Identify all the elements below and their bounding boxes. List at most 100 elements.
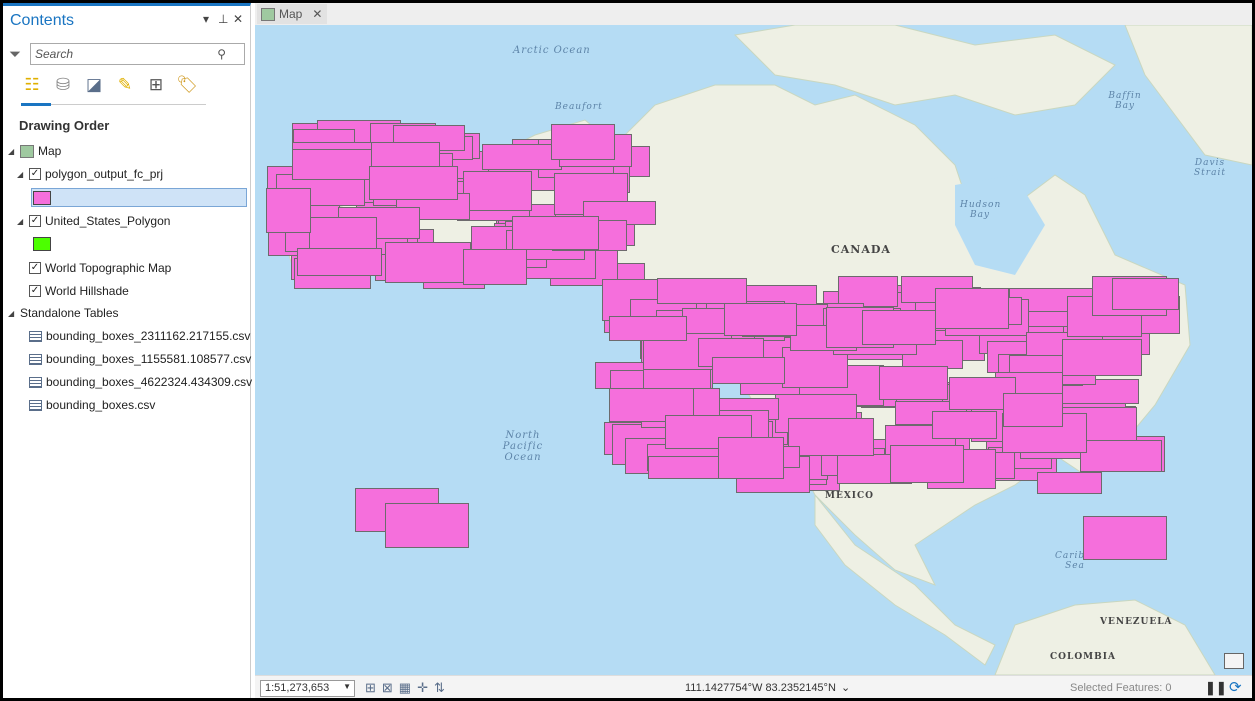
bounding-box-polygon xyxy=(308,216,378,251)
bounding-box-polygon xyxy=(462,248,527,286)
layer-polygon-output[interactable]: ◢ ✓ polygon_output_fc_prj xyxy=(17,165,163,183)
selected-symbol-row[interactable] xyxy=(31,188,247,207)
table-label: bounding_boxes_1155581.108577.csv xyxy=(46,352,252,366)
bounding-box-polygon xyxy=(551,123,615,161)
pause-drawing-icon[interactable]: ❚❚ xyxy=(1205,680,1227,696)
table-item[interactable]: bounding_boxes_4622324.434309.csv xyxy=(29,373,252,391)
table-icon xyxy=(29,399,42,411)
layer-checkbox[interactable]: ✓ xyxy=(29,215,41,227)
bounding-box-polygon xyxy=(718,437,784,479)
tab-bar: Map ✕ xyxy=(255,3,1252,25)
bounding-box-polygon xyxy=(297,248,382,276)
label-hudson-bay: Hudson Bay xyxy=(960,200,1002,220)
bounding-box-polygon xyxy=(608,316,688,342)
map-tools-icons[interactable]: ⊞⊠▦✛⇅ xyxy=(365,680,451,696)
layer-world-topo[interactable]: ✓ World Topographic Map xyxy=(29,259,171,277)
label-north-pacific: North Pacific Ocean xyxy=(502,430,544,463)
label-colombia: COLOMBIA xyxy=(1050,652,1116,662)
bounding-box-polygon xyxy=(878,365,948,400)
bounding-box-polygon xyxy=(932,411,997,440)
menu-dropdown-icon[interactable]: ▾ xyxy=(203,12,209,26)
bounding-box-polygon xyxy=(889,444,965,484)
table-item[interactable]: bounding_boxes.csv xyxy=(29,396,155,414)
label-baffin-bay: Baffin Bay xyxy=(1108,91,1142,111)
layer-label: polygon_output_fc_prj xyxy=(45,167,164,181)
bounding-box-polygon xyxy=(368,165,458,200)
table-item[interactable]: bounding_boxes_1155581.108577.csv xyxy=(29,350,251,368)
label-venezuela: VENEZUELA xyxy=(1100,617,1173,627)
table-label: bounding_boxes.csv xyxy=(46,398,156,412)
layer-united-states[interactable]: ◢ ✓ United_States_Polygon xyxy=(17,212,170,230)
bounding-box-polygon xyxy=(511,215,600,251)
layer-checkbox[interactable]: ✓ xyxy=(29,285,41,297)
layer-checkbox[interactable]: ✓ xyxy=(29,262,41,274)
selected-features[interactable]: Selected Features: 0 xyxy=(1070,682,1172,694)
table-icon xyxy=(29,353,42,365)
close-tab-icon[interactable]: ✕ xyxy=(312,7,322,21)
table-item[interactable]: bounding_boxes_2311162.217155.csv xyxy=(29,327,250,345)
refresh-icon[interactable]: ⟳ xyxy=(1229,678,1242,696)
bounding-box-polygon xyxy=(711,357,786,384)
list-by-snapping-icon[interactable]: ⊞ xyxy=(145,74,167,96)
list-by-editing-icon[interactable]: ✎ xyxy=(114,74,136,96)
bounding-box-polygon xyxy=(647,456,721,480)
map-label: Map xyxy=(38,144,62,158)
bounding-box-polygon xyxy=(292,149,377,180)
map-canvas[interactable]: Arctic Ocean Beaufort Baffin Bay Davis S… xyxy=(255,25,1252,675)
bounding-box-polygon xyxy=(787,417,874,457)
group-label: Standalone Tables xyxy=(20,306,119,320)
coordinates-readout: 111.1427754°W 83.2352145°N xyxy=(685,682,836,694)
bounding-box-polygon xyxy=(1036,471,1102,494)
tab-map[interactable]: Map ✕ xyxy=(257,4,327,24)
list-by-drawing-order-icon[interactable]: ☷ xyxy=(21,74,43,96)
bounding-box-polygon xyxy=(1083,516,1167,560)
tab-label: Map xyxy=(279,7,303,21)
coordinate-format-chevron-icon[interactable]: ⌄ xyxy=(841,681,850,694)
table-icon xyxy=(29,376,42,388)
contents-pane: Contents ▾ ⊥ ✕ ⏷ Search ⚲ ☷ ⛁ ◪ ✎ ⊞ 🏷 Dra… xyxy=(3,3,252,698)
drawing-order-heading: Drawing Order xyxy=(19,118,110,133)
layer-label: World Hillshade xyxy=(45,284,129,298)
bounding-box-polygon xyxy=(463,171,533,212)
label-mexico: MEXICO xyxy=(825,491,875,501)
layer-label: World Topographic Map xyxy=(45,261,172,275)
layer-checkbox[interactable]: ✓ xyxy=(29,168,41,180)
map-view: Map ✕ Arctic Ocean Beaufort Baffin Bay Da… xyxy=(255,3,1252,698)
list-by-selection-icon[interactable]: ◪ xyxy=(83,74,105,96)
bounding-box-polygon xyxy=(1079,440,1162,473)
bounding-box-polygon xyxy=(1061,339,1143,376)
pin-icon[interactable]: ⊥ xyxy=(218,12,228,26)
filter-icon[interactable]: ⏷ xyxy=(9,46,21,63)
polygon-symbol[interactable] xyxy=(33,237,51,251)
bounding-box-polygon xyxy=(266,188,311,233)
bounding-box-polygon xyxy=(861,309,937,345)
label-beaufort: Beaufort xyxy=(555,102,603,112)
scale-selector[interactable]: 1:51,273,653 ▼ xyxy=(260,680,355,697)
standalone-tables-group[interactable]: ◢ Standalone Tables xyxy=(8,304,119,322)
close-icon[interactable]: ✕ xyxy=(233,12,243,26)
bounding-box-polygon xyxy=(385,503,469,548)
table-icon xyxy=(29,330,42,342)
list-by-labeling-icon[interactable]: 🏷 xyxy=(176,74,198,96)
search-icon: ⚲ xyxy=(217,47,226,61)
map-item[interactable]: ◢ Map xyxy=(8,142,61,160)
pane-title: Contents xyxy=(10,12,75,29)
table-label: bounding_boxes_2311162.217155.csv xyxy=(46,329,251,343)
label-davis-strait: Davis Strait xyxy=(1194,158,1226,178)
polygon-symbol[interactable] xyxy=(33,191,51,205)
attribution-icon[interactable] xyxy=(1224,653,1244,669)
bounding-box-polygon xyxy=(1111,277,1179,311)
bounding-box-polygon xyxy=(724,302,797,336)
bounding-box-polygon xyxy=(657,277,747,304)
map-icon xyxy=(261,7,275,21)
active-tab-indicator xyxy=(21,103,51,106)
layer-label: United_States_Polygon xyxy=(45,214,171,228)
map-icon xyxy=(20,144,34,158)
land-south-america xyxy=(994,599,1216,675)
label-arctic-ocean: Arctic Ocean xyxy=(513,45,591,56)
list-by-source-icon[interactable]: ⛁ xyxy=(52,74,74,96)
layer-world-hillshade[interactable]: ✓ World Hillshade xyxy=(29,282,129,300)
table-label: bounding_boxes_4622324.434309.csv xyxy=(46,375,253,389)
search-input[interactable]: Search ⚲ xyxy=(30,43,245,65)
bounding-box-polygon xyxy=(481,144,562,170)
